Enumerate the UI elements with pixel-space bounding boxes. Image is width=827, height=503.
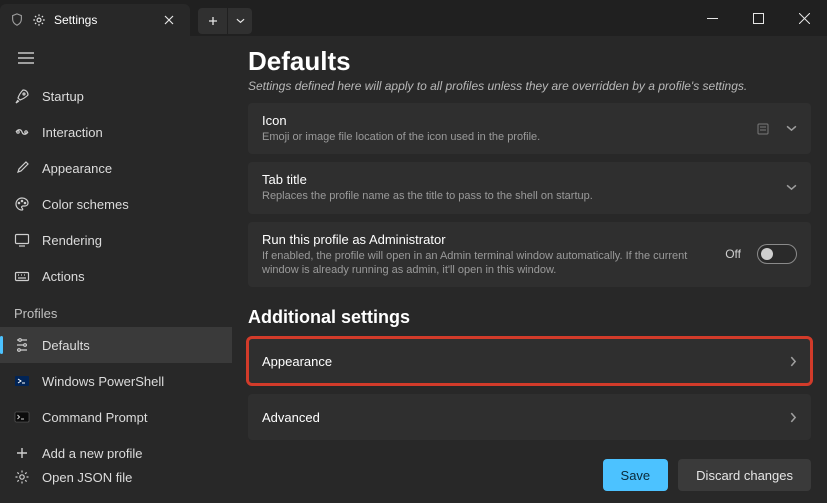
brush-icon (14, 160, 30, 176)
sidebar-item-label: Interaction (42, 125, 103, 140)
sidebar-item-label: Command Prompt (42, 410, 147, 425)
sidebar-profile-powershell[interactable]: Windows PowerShell (0, 363, 232, 399)
sidebar-item-actions[interactable]: Actions (0, 258, 232, 294)
run-as-admin-toggle[interactable] (757, 244, 797, 264)
sidebar-item-rendering[interactable]: Rendering (0, 222, 232, 258)
chevron-down-icon (786, 125, 797, 132)
palette-icon (14, 196, 30, 212)
window-controls (689, 0, 827, 36)
button-label: Save (621, 468, 651, 483)
sidebar-profile-cmd[interactable]: Command Prompt (0, 399, 232, 435)
sidebar-item-label: Appearance (42, 161, 112, 176)
chevron-down-icon (786, 184, 797, 191)
plus-icon (14, 445, 30, 459)
profiles-heading: Profiles (0, 294, 232, 327)
minimize-button[interactable] (689, 0, 735, 36)
interaction-icon (14, 124, 30, 140)
maximize-button[interactable] (735, 0, 781, 36)
sidebar-item-label: Open JSON file (42, 470, 132, 485)
save-button[interactable]: Save (603, 459, 669, 491)
new-tab-button[interactable] (198, 8, 228, 34)
run-as-admin-setting-row[interactable]: Run this profile as Administrator If ena… (248, 222, 811, 288)
sidebar: Startup Interaction Appearance Color sch… (0, 36, 232, 503)
monitor-icon (14, 232, 30, 248)
tab-title-label: Settings (54, 13, 150, 27)
sidebar-item-appearance[interactable]: Appearance (0, 150, 232, 186)
setting-desc: Replaces the profile name as the title t… (262, 189, 774, 203)
page-title: Defaults (248, 46, 811, 77)
toggle-state-label: Off (725, 247, 741, 261)
setting-desc: Emoji or image file location of the icon… (262, 130, 744, 144)
sidebar-item-label: Rendering (42, 233, 102, 248)
sidebar-profile-defaults[interactable]: Defaults (0, 327, 232, 363)
tab-close-button[interactable] (158, 9, 180, 31)
setting-title: Run this profile as Administrator (262, 232, 713, 247)
sidebar-item-label: Startup (42, 89, 84, 104)
gear-icon (32, 13, 46, 27)
sidebar-item-label: Defaults (42, 338, 90, 353)
close-window-button[interactable] (781, 0, 827, 36)
link-label: Appearance (262, 354, 332, 369)
sidebar-add-profile[interactable]: Add a new profile (0, 435, 232, 459)
setting-title: Tab title (262, 172, 774, 187)
main-content: Defaults Settings defined here will appl… (232, 36, 827, 503)
open-json-button[interactable]: Open JSON file (0, 459, 232, 495)
powershell-icon (14, 373, 30, 389)
hamburger-button[interactable] (6, 40, 46, 76)
tab-settings[interactable]: Settings (0, 4, 190, 36)
new-tab-group (198, 6, 252, 36)
chevron-right-icon (790, 412, 797, 423)
sidebar-item-startup[interactable]: Startup (0, 78, 232, 114)
shield-icon (10, 13, 24, 27)
toggle-knob (761, 248, 773, 260)
keyboard-icon (14, 268, 30, 284)
sidebar-item-label: Actions (42, 269, 85, 284)
sidebar-item-label: Add a new profile (42, 446, 142, 460)
setting-desc: If enabled, the profile will open in an … (262, 249, 713, 278)
link-label: Advanced (262, 410, 320, 425)
setting-title: Icon (262, 113, 744, 128)
sliders-icon (14, 337, 30, 353)
new-tab-dropdown[interactable] (228, 8, 252, 34)
tab-title-setting-row[interactable]: Tab title Replaces the profile name as t… (248, 162, 811, 213)
profile-icon-preview (756, 122, 770, 136)
rocket-icon (14, 88, 30, 104)
button-label: Discard changes (696, 468, 793, 483)
sidebar-item-interaction[interactable]: Interaction (0, 114, 232, 150)
sidebar-item-label: Color schemes (42, 197, 129, 212)
discard-button[interactable]: Discard changes (678, 459, 811, 491)
footer-buttons: Save Discard changes (603, 459, 811, 491)
additional-settings-heading: Additional settings (248, 307, 811, 328)
icon-setting-row[interactable]: Icon Emoji or image file location of the… (248, 103, 811, 154)
sidebar-item-color-schemes[interactable]: Color schemes (0, 186, 232, 222)
page-subtitle: Settings defined here will apply to all … (248, 79, 811, 93)
sidebar-item-label: Windows PowerShell (42, 374, 164, 389)
cmd-icon (14, 409, 30, 425)
gear-icon (14, 469, 30, 485)
titlebar: Settings (0, 0, 827, 36)
advanced-link-row[interactable]: Advanced (248, 394, 811, 440)
appearance-link-row[interactable]: Appearance (248, 338, 811, 384)
chevron-right-icon (790, 356, 797, 367)
